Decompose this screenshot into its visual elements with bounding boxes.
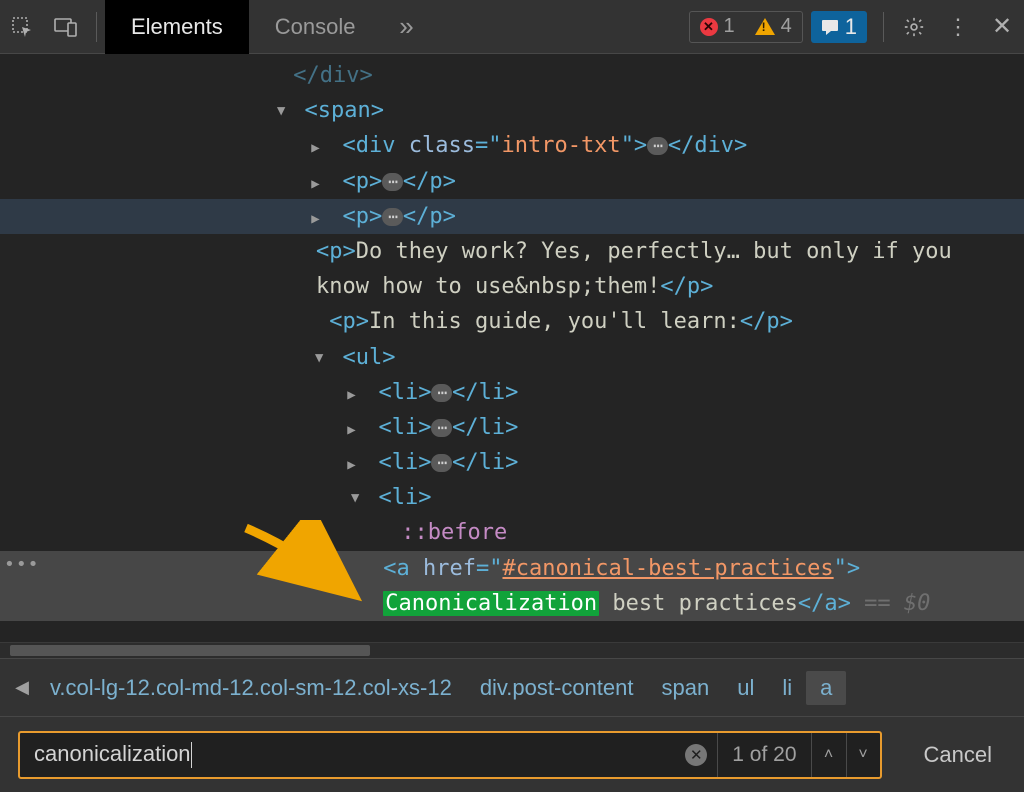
issue-counts[interactable]: ✕ 1 4 bbox=[689, 11, 803, 43]
tree-node[interactable]: ▶ <li>⋯</li> bbox=[0, 445, 1024, 480]
expand-arrow-icon[interactable]: ▶ bbox=[311, 137, 329, 159]
warning-icon bbox=[755, 18, 775, 35]
tab-elements[interactable]: Elements bbox=[105, 0, 249, 54]
closing-tag: </div> bbox=[293, 63, 372, 88]
expand-arrow-icon[interactable]: ▶ bbox=[311, 173, 329, 195]
settings-icon[interactable] bbox=[892, 0, 936, 54]
tree-node[interactable]: ▶ <div class="intro-txt">⋯</div> bbox=[0, 128, 1024, 163]
selected-indicator: == $0 bbox=[864, 591, 930, 616]
search-input[interactable]: canonicalization ✕ 1 of 20 ˄ ˅ bbox=[18, 731, 882, 779]
tree-node[interactable]: ▶ <li>⋯</li> bbox=[0, 375, 1024, 410]
breadcrumb-item[interactable]: li bbox=[768, 671, 806, 705]
close-devtools-icon[interactable]: ✕ bbox=[980, 0, 1024, 54]
dom-tree[interactable]: </div> ▶ <span> ▶ <div class="intro-txt"… bbox=[0, 54, 1024, 658]
error-icon: ✕ bbox=[700, 18, 718, 36]
collapsed-pill[interactable]: ⋯ bbox=[647, 137, 668, 155]
node-context-icon[interactable]: ••• bbox=[4, 551, 40, 580]
scrollbar-thumb[interactable] bbox=[10, 645, 370, 656]
device-toolbar-icon[interactable] bbox=[44, 0, 88, 54]
cancel-button[interactable]: Cancel bbox=[910, 736, 1006, 774]
expand-arrow-icon[interactable]: ▶ bbox=[347, 419, 365, 441]
expand-arrow-icon[interactable]: ▶ bbox=[311, 208, 329, 230]
prev-match-icon[interactable]: ˄ bbox=[812, 733, 846, 777]
breadcrumb-scroll-left-icon[interactable]: ◀ bbox=[8, 677, 36, 698]
search-bar: canonicalization ✕ 1 of 20 ˄ ˅ Cancel bbox=[0, 716, 1024, 792]
collapsed-pill[interactable]: ⋯ bbox=[382, 173, 403, 191]
match-count: 1 of 20 bbox=[717, 733, 811, 777]
tree-node[interactable]: ::before bbox=[0, 515, 1024, 550]
toolbar-separator bbox=[96, 12, 97, 42]
messages-count: 1 bbox=[845, 14, 857, 40]
expand-arrow-icon[interactable]: ▶ bbox=[270, 107, 292, 125]
collapsed-pill[interactable]: ⋯ bbox=[431, 419, 452, 437]
warning-count: 4 bbox=[781, 15, 792, 38]
tree-node[interactable]: ▶ <span> bbox=[0, 93, 1024, 128]
more-tabs-icon[interactable]: » bbox=[381, 11, 431, 42]
tree-node-selected[interactable]: ••• <a href="#canonical-best-practices"> bbox=[0, 551, 1024, 586]
expand-arrow-icon[interactable]: ▶ bbox=[347, 454, 365, 476]
collapsed-pill[interactable]: ⋯ bbox=[382, 208, 403, 226]
tree-node[interactable]: <p>In this guide, you'll learn:</p> bbox=[0, 304, 1024, 339]
search-value: canonicalization bbox=[34, 741, 675, 768]
breadcrumb-item[interactable]: v.col-lg-12.col-md-12.col-sm-12.col-xs-1… bbox=[36, 671, 466, 705]
breadcrumb: ◀ v.col-lg-12.col-md-12.col-sm-12.col-xs… bbox=[0, 658, 1024, 716]
tree-node[interactable]: ▶ <ul> bbox=[0, 340, 1024, 375]
expand-arrow-icon[interactable]: ▶ bbox=[308, 354, 330, 372]
messages-badge[interactable]: 1 bbox=[811, 11, 867, 43]
expand-arrow-icon[interactable]: ▶ bbox=[347, 384, 365, 406]
toolbar-separator bbox=[883, 12, 884, 42]
horizontal-scrollbar[interactable] bbox=[0, 642, 1024, 658]
tree-node[interactable]: ▶ <p>⋯</p> bbox=[0, 199, 1024, 234]
kebab-menu-icon[interactable]: ⋮ bbox=[936, 0, 980, 54]
breadcrumb-item[interactable]: ul bbox=[723, 671, 768, 705]
breadcrumb-item-active[interactable]: a bbox=[806, 671, 846, 705]
collapsed-pill[interactable]: ⋯ bbox=[431, 454, 452, 472]
tab-console[interactable]: Console bbox=[249, 0, 382, 54]
expand-arrow-icon[interactable]: ▶ bbox=[344, 494, 366, 512]
tree-node[interactable]: ▶ <p>⋯</p> bbox=[0, 164, 1024, 199]
tree-node-selected[interactable]: Canonicalization best practices</a> == $… bbox=[0, 586, 1024, 621]
clear-search-icon[interactable]: ✕ bbox=[685, 744, 707, 766]
tree-node[interactable]: <p>Do they work? Yes, perfectly… but onl… bbox=[0, 234, 1024, 304]
tree-node[interactable]: ▶ <li> bbox=[0, 480, 1024, 515]
tree-node[interactable]: </div> bbox=[0, 58, 1024, 93]
devtools-toolbar: Elements Console » ✕ 1 4 1 ⋮ ✕ bbox=[0, 0, 1024, 54]
next-match-icon[interactable]: ˅ bbox=[846, 733, 880, 777]
error-count: 1 bbox=[724, 15, 735, 38]
tree-node[interactable]: ▶ <li>⋯</li> bbox=[0, 410, 1024, 445]
breadcrumb-item[interactable]: div.post-content bbox=[466, 671, 648, 705]
inspect-element-icon[interactable] bbox=[0, 0, 44, 54]
highlighted-match: Canonicalization bbox=[383, 591, 599, 616]
breadcrumb-item[interactable]: span bbox=[648, 671, 724, 705]
collapsed-pill[interactable]: ⋯ bbox=[431, 384, 452, 402]
